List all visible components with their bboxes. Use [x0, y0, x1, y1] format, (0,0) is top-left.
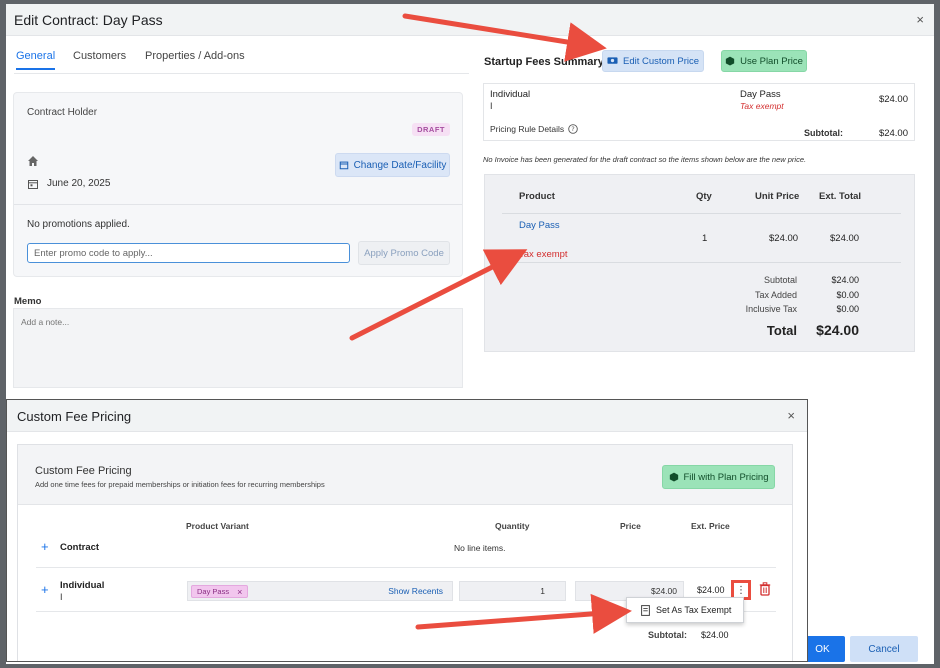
contract-date: June 20, 2025: [47, 178, 111, 189]
inclusive-tax-value: $0.00: [836, 304, 859, 314]
home-icon: [28, 156, 38, 166]
no-line-items: No line items.: [454, 543, 506, 553]
fee-subtotal-label: Subtotal:: [648, 630, 687, 640]
col-ext-total: Ext. Total: [819, 191, 862, 202]
divider: [502, 213, 901, 214]
col-ext-price: Ext. Price: [691, 521, 730, 531]
contract-holder-label: Contract Holder: [27, 107, 98, 118]
cancel-button[interactable]: Cancel: [850, 636, 918, 662]
invoice-qty: 1: [702, 233, 708, 244]
summary-row-sub: I: [490, 101, 493, 111]
close-icon[interactable]: ×: [916, 12, 924, 27]
tab-customers[interactable]: Customers: [73, 50, 126, 68]
calendar-icon: [28, 180, 38, 189]
summary-subtotal-value: $24.00: [878, 128, 908, 139]
add-individual-item-icon[interactable]: +: [41, 582, 49, 597]
svg-text:?: ?: [571, 125, 574, 133]
inclusive-tax-label: Inclusive Tax: [745, 304, 797, 314]
summary-amount: $24.00: [878, 94, 908, 105]
status-badge: DRAFT: [412, 123, 450, 136]
panel-title: Custom Fee Pricing: [35, 465, 132, 477]
panel-subtitle: Add one time fees for prepaid membership…: [35, 480, 325, 489]
tax-added-value: $0.00: [836, 290, 859, 300]
col-price: Price: [620, 521, 641, 531]
change-date-facility-button[interactable]: Change Date/Facility: [335, 153, 450, 177]
use-plan-price-button[interactable]: Use Plan Price: [721, 50, 807, 72]
use-plan-price-label: Use Plan Price: [740, 55, 803, 67]
tab-bar: General Customers Properties / Add-ons: [14, 50, 469, 74]
modal-header: Custom Fee Pricing ×: [7, 400, 807, 432]
startup-fees-summary: Individual I Day Pass Tax exempt $24.00 …: [483, 83, 915, 141]
invoice-ext-total: $24.00: [830, 233, 860, 244]
divider: [36, 567, 776, 568]
pricing-rule-details-link[interactable]: Pricing Rule Details ?: [490, 124, 578, 134]
invoice-product-link[interactable]: Day Pass: [519, 220, 560, 231]
help-icon: ?: [568, 124, 578, 134]
invoice-unit-price: $24.00: [769, 233, 799, 244]
variant-chip-label: Day Pass: [197, 587, 230, 596]
subtotal-value: $24.00: [831, 275, 859, 285]
tax-added-label: Tax Added: [754, 290, 797, 300]
col-product: Product: [519, 191, 555, 202]
modal-title: Custom Fee Pricing: [17, 409, 132, 424]
ext-price-value: $24.00: [697, 585, 725, 595]
draft-notice: No Invoice has been generated for the dr…: [483, 155, 807, 164]
summary-item: Day Pass: [740, 89, 781, 100]
edit-custom-price-button[interactable]: Edit Custom Price: [602, 50, 704, 72]
panel-header: Custom Fee Pricing Add one time fees for…: [18, 445, 792, 505]
money-icon: [607, 57, 618, 64]
total-label: Total: [766, 323, 797, 338]
individual-label: Individual: [60, 580, 105, 591]
memo-label: Memo: [14, 296, 42, 307]
change-date-facility-label: Change Date/Facility: [353, 159, 447, 171]
tab-general[interactable]: General: [16, 50, 56, 70]
subtotal-label: Subtotal: [763, 275, 797, 285]
modal-title: Edit Contract: Day Pass: [14, 12, 163, 28]
summary-subtotal-label: Subtotal:: [804, 128, 843, 138]
startup-fees-title: Startup Fees Summary: [484, 56, 604, 68]
modal-header: Edit Contract: Day Pass ×: [6, 4, 934, 36]
col-product-variant: Product Variant: [186, 521, 249, 531]
col-qty: Qty: [696, 191, 712, 202]
custom-fee-panel: Custom Fee Pricing Add one time fees for…: [17, 444, 793, 661]
document-icon: [641, 604, 650, 616]
set-tax-exempt-menu-item[interactable]: Set As Tax Exempt: [626, 597, 744, 623]
trash-icon[interactable]: [759, 582, 771, 596]
fill-with-plan-pricing-label: Fill with Plan Pricing: [683, 471, 769, 483]
divider: [502, 262, 901, 263]
show-recents-link[interactable]: Show Recents: [388, 586, 443, 596]
pricing-rule-details-label: Pricing Rule Details: [490, 124, 565, 134]
promo-code-input[interactable]: [27, 243, 350, 263]
edit-custom-price-label: Edit Custom Price: [622, 55, 700, 67]
invoice-tax-exempt: Tax exempt: [519, 249, 568, 260]
memo-input[interactable]: [13, 308, 463, 388]
custom-fee-pricing-modal: Custom Fee Pricing × Custom Fee Pricing …: [6, 399, 808, 662]
fee-subtotal-value: $24.00: [701, 630, 729, 640]
set-tax-exempt-label: Set As Tax Exempt: [656, 605, 732, 615]
total-value: $24.00: [816, 322, 859, 338]
summary-row-name: Individual: [490, 89, 531, 100]
tab-properties-addons[interactable]: Properties / Add-ons: [145, 50, 245, 68]
col-quantity: Quantity: [495, 521, 530, 531]
close-icon[interactable]: ×: [787, 408, 795, 423]
box-icon: [725, 56, 735, 66]
individual-sub: I: [60, 592, 63, 602]
product-variant-select[interactable]: Day Pass × Show Recents: [187, 581, 453, 601]
calendar-icon: [339, 161, 348, 170]
quantity-input[interactable]: 1: [459, 581, 566, 601]
contract-label: Contract: [60, 542, 100, 553]
promo-status: No promotions applied.: [27, 219, 130, 230]
add-contract-item-icon[interactable]: +: [41, 539, 49, 554]
box-icon: [669, 472, 678, 482]
invoice-preview: Product Qty Unit Price Ext. Total Day Pa…: [484, 174, 915, 352]
summary-tax-exempt: Tax exempt: [740, 101, 784, 111]
contract-holder-panel: Contract Holder DRAFT June 20, 2025 Chan…: [13, 92, 463, 277]
divider: [14, 204, 462, 205]
remove-chip-icon[interactable]: ×: [237, 587, 242, 597]
col-unit-price: Unit Price: [755, 191, 800, 202]
apply-promo-code-button[interactable]: Apply Promo Code: [358, 241, 450, 265]
fill-with-plan-pricing-button[interactable]: Fill with Plan Pricing: [662, 465, 775, 489]
variant-chip: Day Pass ×: [191, 585, 249, 598]
